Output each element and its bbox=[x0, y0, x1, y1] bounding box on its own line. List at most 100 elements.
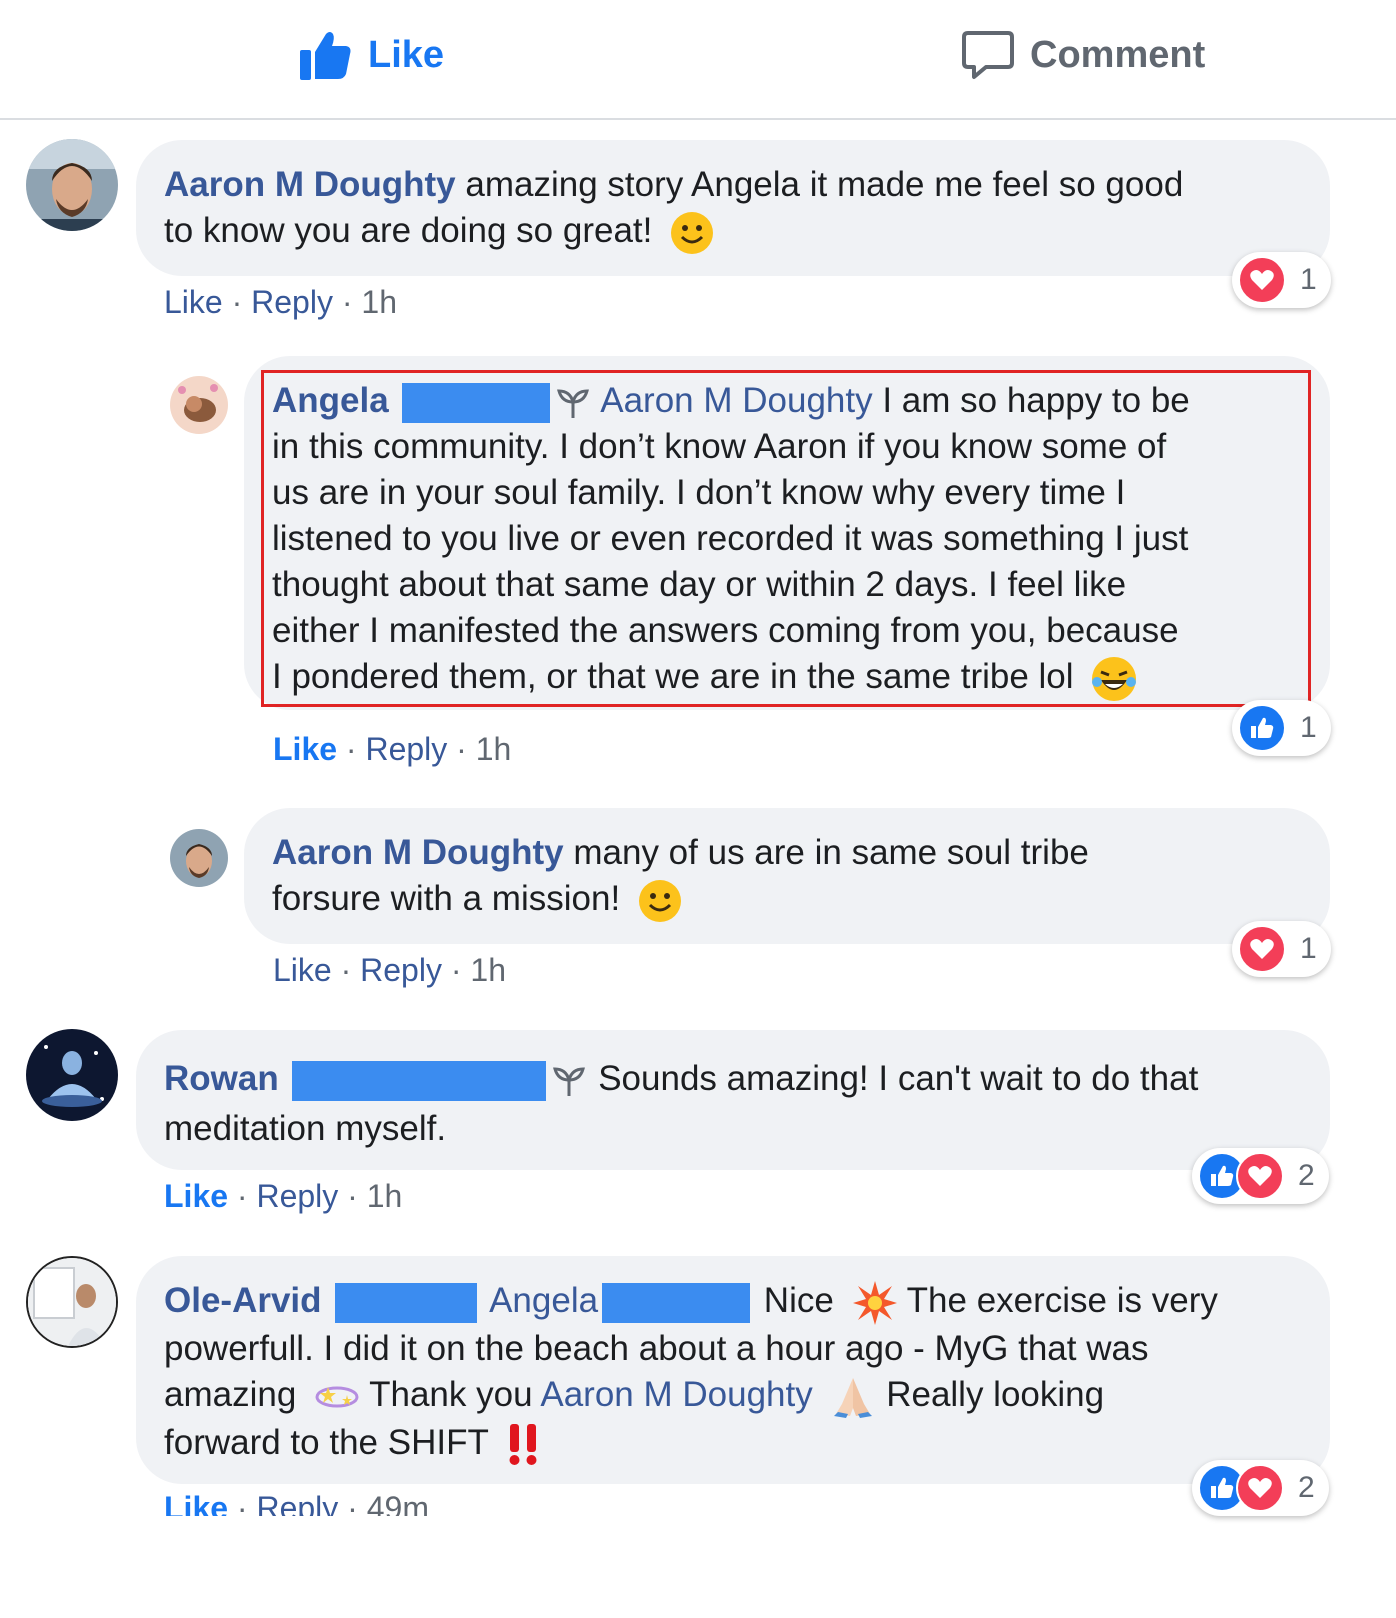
comment-like-link[interactable]: Like bbox=[273, 731, 337, 767]
comment-text-line: amazing story Angela it made me feel so … bbox=[465, 165, 1184, 204]
avatar[interactable] bbox=[26, 1256, 118, 1348]
comment-text-line: Thank you bbox=[369, 1374, 533, 1414]
comment-timestamp[interactable]: 1h bbox=[367, 1178, 403, 1214]
mention-link[interactable]: Angela bbox=[489, 1281, 598, 1320]
redacted-name bbox=[602, 1282, 751, 1323]
dizzy-emoji-icon bbox=[315, 1386, 359, 1407]
comment-text-line: Really looking bbox=[886, 1374, 1105, 1414]
redacted-name bbox=[292, 1060, 547, 1101]
reaction-count: 2 bbox=[1298, 1159, 1315, 1192]
comment-like-link[interactable]: Like bbox=[273, 952, 332, 988]
reaction-count: 1 bbox=[1300, 263, 1317, 296]
smile-emoji-icon bbox=[638, 879, 681, 922]
comment-meta: Like · Reply · 1h bbox=[164, 1178, 403, 1214]
sprout-icon bbox=[553, 1067, 586, 1096]
smile-emoji-icon bbox=[671, 211, 714, 254]
comment-timestamp[interactable]: 1h bbox=[361, 284, 397, 320]
comment-bubble: Ole-Arvid Angela Nice The exercise is ve… bbox=[136, 1256, 1330, 1484]
aaron-avatar-image bbox=[170, 829, 228, 887]
comment-text-line: amazing bbox=[164, 1374, 297, 1414]
comment-action-label: Comment bbox=[1030, 33, 1206, 76]
like-action-label: Like bbox=[368, 33, 445, 76]
comment-like-link[interactable]: Like bbox=[164, 284, 223, 320]
comment-author[interactable]: Aaron M Doughty bbox=[272, 833, 564, 872]
reaction-count: 1 bbox=[1300, 932, 1317, 965]
comment-meta: Like · Reply · 49m bbox=[164, 1490, 429, 1516]
comment-like-link[interactable]: Like bbox=[164, 1178, 228, 1214]
comment-text: Aaron M Doughty amazing story Angela it … bbox=[164, 162, 1302, 255]
angela-avatar-image bbox=[170, 376, 228, 434]
comment-text: Aaron M Doughty many of us are in same s… bbox=[272, 830, 1302, 923]
comment-bubble: Aaron M Doughty many of us are in same s… bbox=[244, 808, 1330, 944]
comment-author[interactable]: Rowan bbox=[164, 1059, 279, 1098]
redacted-name bbox=[335, 1282, 478, 1323]
redacted-name bbox=[402, 382, 551, 423]
comment-action-button[interactable]: Comment bbox=[962, 30, 1205, 80]
comment-author[interactable]: Aaron M Doughty bbox=[164, 165, 456, 204]
comment-timestamp[interactable]: 49m bbox=[367, 1490, 429, 1516]
cropped-meta-wrapper: Like · Reply · 49m bbox=[0, 1490, 1396, 1516]
reaction-summary[interactable]: 1 bbox=[1232, 921, 1331, 977]
comment-author[interactable]: Ole-Arvid bbox=[164, 1281, 322, 1320]
comment-text: Angela Aaron M Doughty I am so happy to … bbox=[272, 378, 1302, 702]
comment-reply-link[interactable]: Reply bbox=[365, 731, 447, 767]
comment-reply-link[interactable]: Reply bbox=[251, 284, 333, 320]
reaction-summary[interactable]: 1 bbox=[1232, 252, 1331, 308]
comment-bubble-icon bbox=[962, 31, 1014, 79]
love-icon bbox=[1236, 1152, 1284, 1200]
rowan-avatar-image bbox=[26, 1029, 118, 1121]
collision-emoji-icon bbox=[852, 1280, 897, 1325]
avatar[interactable] bbox=[26, 1029, 118, 1121]
comment-text: Rowan Sounds amazing! I can't wait to do… bbox=[164, 1054, 1302, 1154]
double-exclamation-icon bbox=[509, 1424, 537, 1466]
laughing-emoji-icon bbox=[1092, 656, 1137, 701]
mention-link[interactable]: Aaron M Doughty bbox=[600, 381, 872, 420]
comment-text-line: meditation myself. bbox=[164, 1109, 447, 1148]
comment-text-line: I am so happy to be bbox=[882, 381, 1190, 420]
like-icon bbox=[1238, 704, 1286, 752]
like-action-button[interactable]: Like bbox=[300, 30, 444, 80]
comment-text: Ole-Arvid Angela Nice The exercise is ve… bbox=[164, 1278, 1302, 1466]
reaction-summary[interactable]: 2 bbox=[1192, 1148, 1329, 1204]
comment-timestamp[interactable]: 1h bbox=[470, 952, 506, 988]
comment-author[interactable]: Angela bbox=[272, 381, 389, 420]
comment-text-line: listened to you live or even recorded it… bbox=[272, 519, 1189, 558]
comment-text-line: Sounds amazing! I can't wait to do that bbox=[598, 1059, 1199, 1098]
avatar[interactable] bbox=[170, 376, 228, 434]
love-icon bbox=[1238, 256, 1286, 304]
comment-reply-link[interactable]: Reply bbox=[256, 1178, 338, 1214]
comment-like-link[interactable]: Like bbox=[164, 1490, 228, 1516]
comment-text-line: either I manifested the answers coming f… bbox=[272, 611, 1179, 650]
comment-text-line: I pondered them, or that we are in the s… bbox=[272, 657, 1074, 696]
avatar[interactable] bbox=[26, 139, 118, 231]
thumbs-up-icon bbox=[300, 32, 351, 80]
comment-meta: Like · Reply · 1h bbox=[273, 731, 512, 767]
comment-bubble: Rowan Sounds amazing! I can't wait to do… bbox=[136, 1030, 1330, 1170]
comment-text-line: The exercise is very bbox=[906, 1281, 1218, 1320]
comment-reply-link[interactable]: Reply bbox=[360, 952, 442, 988]
comment-text-line: thought about that same day or within 2 … bbox=[272, 565, 1127, 604]
comment-text-line: Nice bbox=[763, 1281, 834, 1320]
comment-text-line: to know you are doing so great! bbox=[164, 211, 653, 250]
sprout-icon bbox=[557, 389, 590, 418]
mention-link[interactable]: Aaron M Doughty bbox=[540, 1375, 812, 1414]
reaction-summary[interactable]: 1 bbox=[1232, 700, 1331, 756]
post-action-bar: Like Comment bbox=[0, 0, 1396, 120]
comment-meta: Like · Reply · 1h bbox=[273, 952, 506, 988]
comment-text-line: in this community. I don’t know Aaron if… bbox=[272, 427, 1167, 466]
avatar[interactable] bbox=[170, 829, 228, 887]
ole-arvid-avatar-image bbox=[28, 1258, 116, 1346]
comment-text-line: forsure with a mission! bbox=[272, 879, 621, 918]
comment-bubble: Aaron M Doughty amazing story Angela it … bbox=[136, 140, 1330, 276]
comment-text-line: many of us are in same soul tribe bbox=[573, 833, 1089, 872]
comment-bubble: Angela Aaron M Doughty I am so happy to … bbox=[244, 356, 1330, 710]
comment-text-line: powerfull. I did it on the beach about a… bbox=[164, 1328, 1149, 1368]
comment-text-line: forward to the SHIFT bbox=[164, 1422, 489, 1462]
love-icon bbox=[1238, 925, 1286, 973]
folded-hands-emoji-icon bbox=[834, 1377, 873, 1418]
comment-meta: Like · Reply · 1h bbox=[164, 284, 397, 320]
comment-timestamp[interactable]: 1h bbox=[476, 731, 512, 767]
aaron-avatar-image bbox=[26, 139, 118, 231]
comment-text-line: us are in your soul family. I don’t know… bbox=[272, 473, 1126, 512]
comment-reply-link[interactable]: Reply bbox=[256, 1490, 338, 1516]
